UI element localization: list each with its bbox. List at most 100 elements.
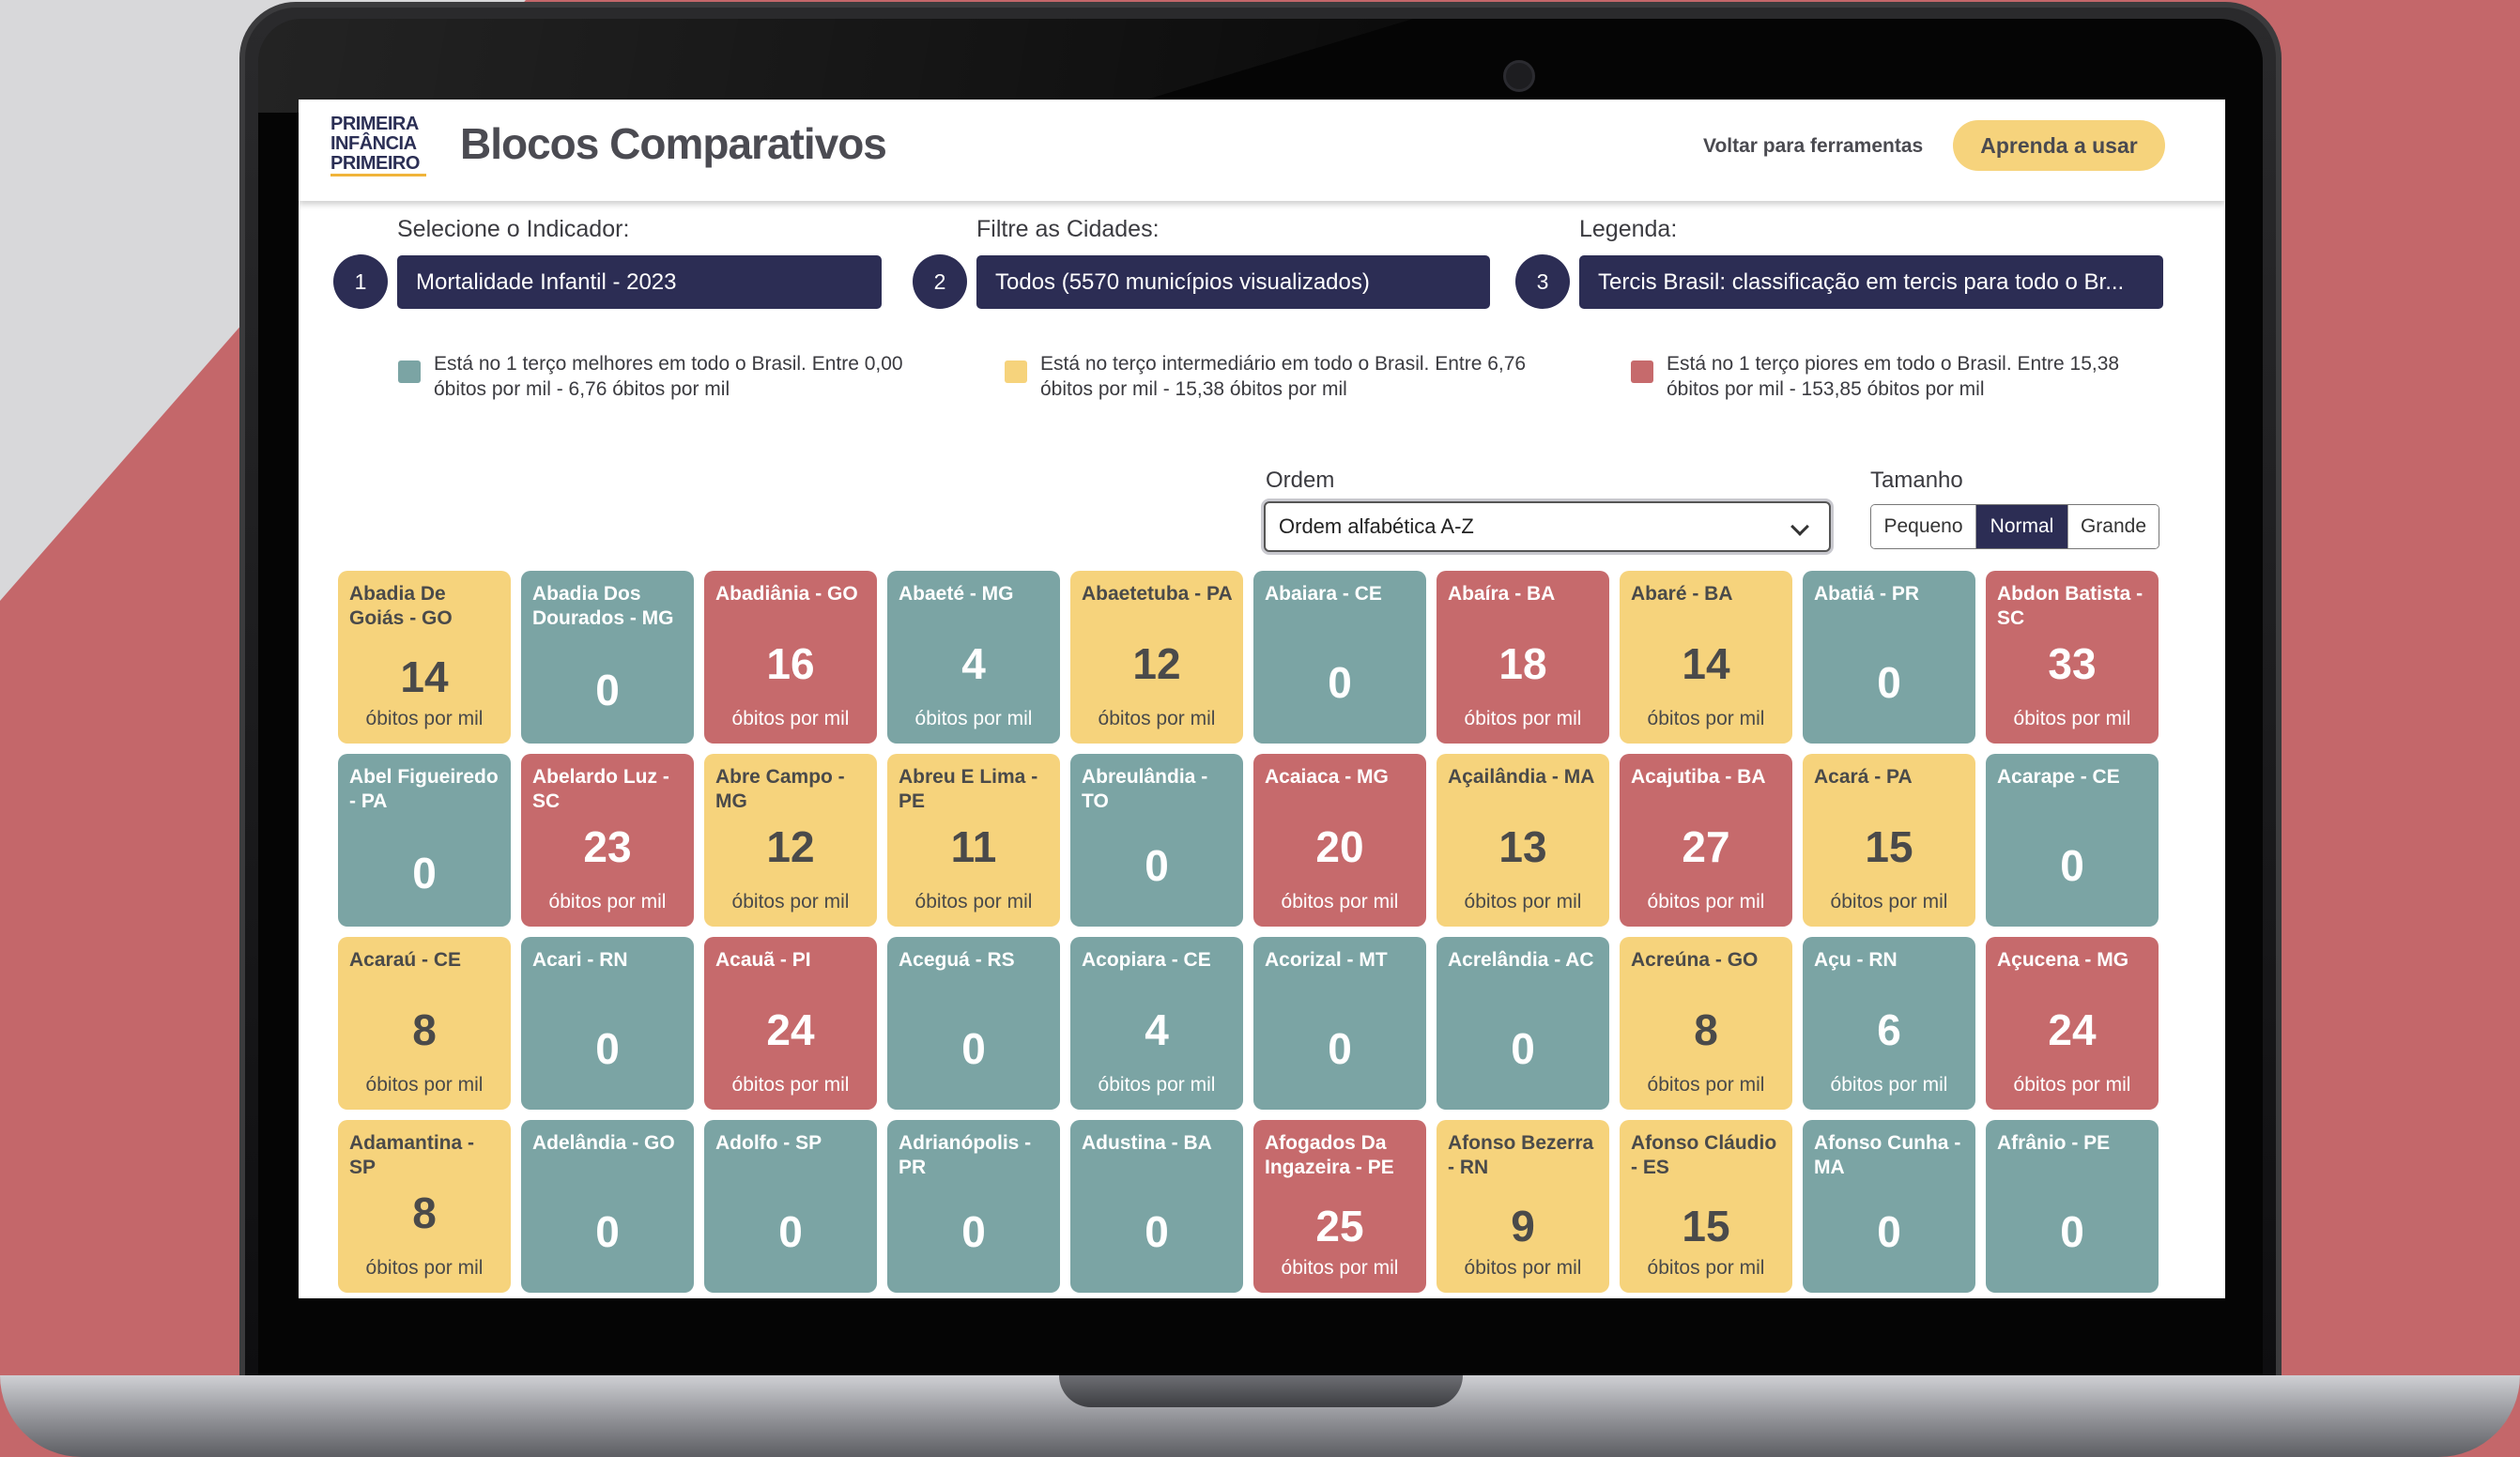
municipality-value: 0	[1145, 841, 1169, 890]
municipality-value: 13	[1498, 822, 1547, 871]
municipality-name: Acari - RN	[532, 949, 628, 971]
municipality-tile[interactable]: Afonso Cláudio - ES 15 óbitos por mil	[1620, 1120, 1792, 1293]
learn-to-use-button[interactable]: Aprenda a usar	[1953, 120, 2165, 171]
legend-text-line: Está no 1 terço piores em todo o Brasil.…	[1667, 353, 2120, 375]
municipality-tile[interactable]: Acorizal - MT 0	[1253, 937, 1426, 1110]
municipality-name: Acopiara - CE	[1082, 949, 1211, 971]
municipality-name: Afrânio - PE	[1997, 1132, 2111, 1154]
municipality-name: Acaiaca - MG	[1265, 766, 1389, 788]
municipality-name: Açucena - MG	[1997, 949, 2129, 971]
municipality-tile[interactable]: Abaré - BA 14 óbitos por mil	[1620, 571, 1792, 744]
municipality-tile[interactable]: Adelândia - GO 0	[521, 1120, 694, 1293]
municipality-name: Abreu E Lima - PE	[899, 766, 1038, 812]
logo-line: PRIMEIRO	[330, 154, 426, 176]
legend-text-line: Está no 1 terço melhores em todo o Brasi…	[434, 353, 903, 375]
page-title: Blocos Comparativos	[460, 119, 887, 168]
back-to-tools-link[interactable]: Voltar para ferramentas	[1703, 135, 1923, 158]
legend-select[interactable]: Tercis Brasil: classificação em tercis p…	[1579, 255, 2163, 309]
municipality-name: Adolfo - SP	[715, 1132, 822, 1154]
legend-text: Está no terço intermediário em todo o Br…	[1040, 351, 1526, 402]
municipality-name: Abadiânia - GO	[715, 583, 858, 605]
size-option-small[interactable]: Pequeno	[1871, 505, 1976, 548]
municipality-tile[interactable]: Abre Campo - MG 12 óbitos por mil	[704, 754, 877, 927]
size-option-normal[interactable]: Normal	[1976, 505, 2068, 548]
municipality-tile[interactable]: Açucena - MG 24 óbitos por mil	[1986, 937, 2159, 1110]
municipality-tile[interactable]: Acará - PA 15 óbitos por mil	[1803, 754, 1975, 927]
municipality-tile[interactable]: Afrânio - PE 0	[1986, 1120, 2159, 1293]
legend-item-best: Está no 1 terço melhores em todo o Brasi…	[398, 351, 903, 402]
municipality-tile[interactable]: Açailândia - MA 13 óbitos por mil	[1437, 754, 1609, 927]
municipality-tile[interactable]: Adolfo - SP 0	[704, 1120, 877, 1293]
municipality-unit: óbitos por mil	[1647, 1257, 1765, 1279]
municipality-tile[interactable]: Abreulândia - TO 0	[1070, 754, 1243, 927]
municipality-tile[interactable]: Acrelândia - AC 0	[1437, 937, 1609, 1110]
municipality-name: Abaíra - BA	[1448, 583, 1556, 605]
municipality-value: 0	[2060, 841, 2084, 890]
municipality-tile[interactable]: Abaeté - MG 4 óbitos por mil	[887, 571, 1060, 744]
municipality-tile[interactable]: Abatiá - PR 0	[1803, 571, 1975, 744]
municipality-value: 25	[1315, 1202, 1364, 1250]
municipality-value: 23	[583, 822, 632, 871]
app-screen: PRIMEIRA INFÂNCIA PRIMEIRO Blocos Compar…	[299, 100, 2225, 1298]
logo[interactable]: PRIMEIRA INFÂNCIA PRIMEIRO	[330, 109, 434, 182]
municipality-name: Abadia Dos Dourados - MG	[532, 583, 674, 629]
municipality-name: Abel Figueiredo - PA	[349, 766, 499, 812]
cities-filter-select[interactable]: Todos (5570 municípios visualizados)	[976, 255, 1490, 309]
municipality-value: 9	[1511, 1202, 1535, 1250]
municipality-name: Açu - RN	[1814, 949, 1898, 971]
municipality-unit: óbitos por mil	[1464, 1257, 1582, 1279]
municipality-tile[interactable]: Abreu E Lima - PE 11 óbitos por mil	[887, 754, 1060, 927]
step-2-badge: 2	[913, 254, 967, 309]
municipality-tile[interactable]: Afogados Da Ingazeira - PE 25 óbitos por m…	[1253, 1120, 1426, 1293]
municipality-value: 24	[2048, 1005, 2097, 1054]
municipality-value: 16	[766, 639, 815, 688]
municipality-tile[interactable]: Afonso Cunha - MA 0	[1803, 1120, 1975, 1293]
municipality-tile[interactable]: Acopiara - CE 4 óbitos por mil	[1070, 937, 1243, 1110]
size-option-large[interactable]: Grande	[2068, 505, 2159, 548]
municipality-tile[interactable]: Abadia Dos Dourados - MG 0	[521, 571, 694, 744]
municipality-unit: óbitos por mil	[1647, 1074, 1765, 1096]
municipality-value: 0	[412, 849, 437, 897]
order-select[interactable]: Ordem alfabética A-Z	[1264, 501, 1831, 552]
municipality-tile[interactable]: Acauã - PI 24 óbitos por mil	[704, 937, 877, 1110]
municipality-tile[interactable]: Acaiaca - MG 20 óbitos por mil	[1253, 754, 1426, 927]
municipality-tile[interactable]: Acajutiba - BA 27 óbitos por mil	[1620, 754, 1792, 927]
step-3-badge: 3	[1515, 254, 1570, 309]
municipality-tile[interactable]: Acari - RN 0	[521, 937, 694, 1110]
municipality-value: 15	[1682, 1202, 1730, 1250]
indicator-select[interactable]: Mortalidade Infantil - 2023	[397, 255, 882, 309]
municipality-tile[interactable]: Abelardo Luz - SC 23 óbitos por mil	[521, 754, 694, 927]
municipality-tile[interactable]: Abaetetuba - PA 12 óbitos por mil	[1070, 571, 1243, 744]
order-label: Ordem	[1266, 468, 1335, 493]
municipality-unit: óbitos por mil	[914, 708, 1033, 729]
municipality-value: 0	[778, 1207, 803, 1256]
municipality-tile[interactable]: Afonso Bezerra - RN 9 óbitos por mil	[1437, 1120, 1609, 1293]
municipality-tile[interactable]: Abadia De Goiás - GO 14 óbitos por mil	[338, 571, 511, 744]
municipality-tile[interactable]: Abdon Batista - SC 33 óbitos por mil	[1986, 571, 2159, 744]
municipality-value: 14	[400, 652, 449, 701]
municipality-tile[interactable]: Aceguá - RS 0	[887, 937, 1060, 1110]
municipality-tile[interactable]: Abel Figueiredo - PA 0	[338, 754, 511, 927]
municipality-value: 0	[1328, 1024, 1352, 1073]
legend-label: Legenda:	[1579, 216, 1678, 242]
municipality-tile[interactable]: Acreúna - GO 8 óbitos por mil	[1620, 937, 1792, 1110]
municipality-name: Afogados Da Ingazeira - PE	[1265, 1132, 1394, 1178]
municipality-value: 8	[412, 1189, 437, 1237]
municipality-name: Aceguá - RS	[899, 949, 1015, 971]
municipality-name: Afonso Cunha - MA	[1814, 1132, 1961, 1178]
municipality-tile[interactable]: Abaíra - BA 18 óbitos por mil	[1437, 571, 1609, 744]
legend-swatch-red	[1631, 360, 1653, 383]
municipality-name: Acreúna - GO	[1631, 949, 1759, 971]
municipality-tile[interactable]: Abaiara - CE 0	[1253, 571, 1426, 744]
municipality-tile[interactable]: Acaraú - CE 8 óbitos por mil	[338, 937, 511, 1110]
municipality-tile[interactable]: Acarape - CE 0	[1986, 754, 2159, 927]
municipality-name: Acaraú - CE	[349, 949, 462, 971]
municipality-tile[interactable]: Açu - RN 6 óbitos por mil	[1803, 937, 1975, 1110]
municipality-tile[interactable]: Abadiânia - GO 16 óbitos por mil	[704, 571, 877, 744]
municipality-tile[interactable]: Adamantina - SP 8 óbitos por mil	[338, 1120, 511, 1293]
municipality-value: 20	[1315, 822, 1364, 871]
municipality-tile[interactable]: Adrianópolis - PR 0	[887, 1120, 1060, 1293]
municipality-value: 0	[1511, 1024, 1535, 1073]
municipality-name: Acarape - CE	[1997, 766, 2120, 788]
municipality-tile[interactable]: Adustina - BA 0	[1070, 1120, 1243, 1293]
